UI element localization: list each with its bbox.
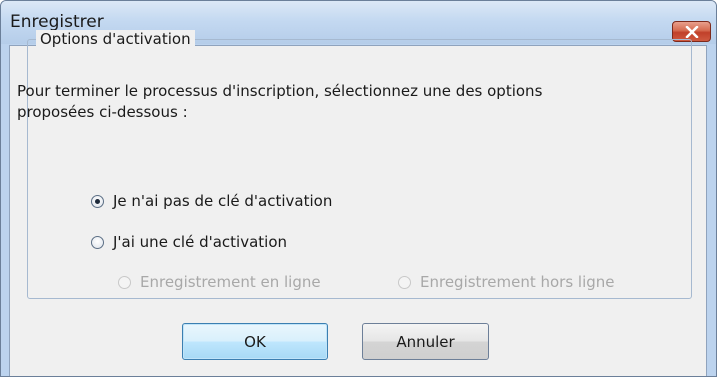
- radio-label-have-key: J'ai une clé d'activation: [113, 233, 288, 251]
- instruction-line-1: Pour terminer le processus d'inscription…: [17, 82, 543, 100]
- radio-online-registration[interactable]: Enregistrement en ligne: [118, 273, 321, 291]
- instruction-text: Pour terminer le processus d'inscription…: [17, 81, 657, 123]
- radio-indicator-disabled[interactable]: [398, 275, 411, 289]
- radio-label-offline: Enregistrement hors ligne: [420, 273, 615, 291]
- radio-indicator-checked[interactable]: [91, 194, 104, 208]
- radio-label-online: Enregistrement en ligne: [140, 273, 321, 291]
- radio-no-activation-key[interactable]: Je n'ai pas de clé d'activation: [91, 192, 332, 210]
- activation-options-group: Options d'activation: [27, 30, 692, 299]
- radio-offline-registration[interactable]: Enregistrement hors ligne: [398, 273, 615, 291]
- dialog-window: Enregistrer Options d'activation Pour te…: [0, 0, 717, 377]
- radio-have-activation-key[interactable]: J'ai une clé d'activation: [91, 233, 287, 251]
- instruction-line-2: proposées ci-dessous :: [17, 103, 188, 121]
- radio-indicator[interactable]: [91, 235, 104, 249]
- cancel-button[interactable]: Annuler: [362, 323, 489, 360]
- window-title: Enregistrer: [10, 12, 104, 32]
- group-legend: Options d'activation: [36, 30, 195, 48]
- radio-label-no-key: Je n'ai pas de clé d'activation: [113, 192, 333, 210]
- close-icon: [685, 25, 698, 38]
- ok-button[interactable]: OK: [182, 323, 328, 360]
- radio-indicator-disabled[interactable]: [118, 275, 131, 289]
